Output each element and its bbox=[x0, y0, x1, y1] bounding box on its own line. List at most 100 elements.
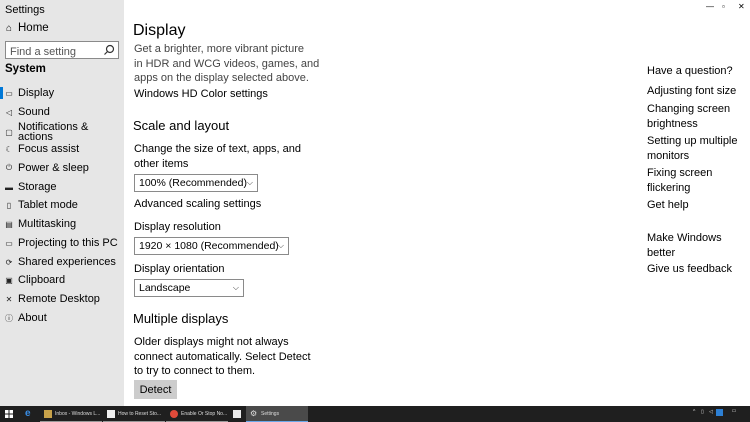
scale-value: 100% (Recommended) bbox=[139, 177, 247, 189]
info-icon: ⓘ bbox=[5, 313, 13, 323]
scale-layout-heading: Scale and layout bbox=[133, 118, 230, 133]
sidebar-item-label: Display bbox=[18, 87, 55, 99]
help-link-brightness[interactable]: Changing screen brightness bbox=[647, 102, 730, 131]
sidebar-item-label: Sound bbox=[18, 106, 50, 118]
chevron-down-icon: ⌵ bbox=[232, 283, 239, 292]
phone-icon bbox=[233, 410, 241, 418]
volume-icon[interactable]: ◁ bbox=[709, 409, 713, 415]
edge-icon[interactable]: e bbox=[25, 408, 31, 419]
detect-button[interactable]: Detect bbox=[134, 380, 177, 399]
chevron-down-icon: ⌵ bbox=[246, 178, 253, 187]
sidebar-item-notifications[interactable]: ▢ Notifications & actions bbox=[0, 121, 124, 143]
main-content: Display Get a brighter, more vibrant pic… bbox=[124, 0, 750, 406]
tablet-icon: ▯ bbox=[6, 200, 12, 210]
sidebar-item-label: Notifications & actions bbox=[18, 121, 89, 143]
taskbar-app-inbox[interactable]: Inbox - Windows L... bbox=[40, 406, 102, 422]
sidebar-item-sound[interactable]: ◁ Sound bbox=[0, 103, 124, 121]
search-input[interactable] bbox=[6, 44, 104, 60]
sidebar-item-label: Remote Desktop bbox=[18, 293, 100, 305]
sidebar-item-about[interactable]: ⓘ About bbox=[0, 309, 124, 327]
help-heading: Have a question? bbox=[647, 65, 733, 77]
maximize-icon[interactable]: ▫ bbox=[722, 2, 725, 11]
search-box[interactable] bbox=[5, 41, 119, 60]
orientation-dropdown[interactable]: Landscape ⌵ bbox=[134, 279, 244, 297]
sidebar-item-projecting[interactable]: ▭ Projecting to this PC bbox=[0, 234, 124, 252]
help-link-line: monitors bbox=[647, 149, 690, 162]
close-icon[interactable]: ✕ bbox=[738, 2, 745, 11]
sidebar-item-label: Focus assist bbox=[18, 143, 80, 155]
gear-icon: ⚙ bbox=[250, 409, 258, 418]
help-link-line: brightness bbox=[647, 117, 698, 130]
help-link-font-size[interactable]: Adjusting font size bbox=[647, 84, 736, 99]
search-icon[interactable] bbox=[103, 44, 115, 56]
advanced-scaling-link[interactable]: Advanced scaling settings bbox=[134, 198, 261, 210]
taskbar-app-chrome[interactable]: Enable Or Stop No... bbox=[166, 406, 228, 422]
resolution-label: Display resolution bbox=[134, 221, 221, 233]
sidebar-item-focus-assist[interactable]: ☾ Focus assist bbox=[0, 140, 124, 158]
help-link-line: flickering bbox=[647, 181, 691, 194]
chevron-up-icon[interactable]: ^ bbox=[693, 409, 695, 415]
make-windows-better-heading: Make Windows better bbox=[647, 231, 722, 260]
orientation-label: Display orientation bbox=[134, 263, 225, 275]
taskbar-app-reset[interactable]: How to Reset Sto... bbox=[103, 406, 165, 422]
taskbar-app-label: Settings bbox=[261, 411, 280, 417]
app-title: Settings bbox=[5, 4, 45, 16]
resolution-dropdown[interactable]: 1920 × 1080 (Recommended) ⌵ bbox=[134, 237, 289, 255]
sidebar-item-shared-experiences[interactable]: ⟳ Shared experiences bbox=[0, 253, 124, 271]
notification-icon: ▢ bbox=[5, 127, 13, 137]
scale-label-line: other items bbox=[134, 157, 189, 170]
hdr-description: Get a brighter, more vibrant picture in … bbox=[134, 42, 319, 86]
sidebar-item-multitasking[interactable]: ▤ Multitasking bbox=[0, 215, 124, 233]
sidebar-item-storage[interactable]: ▬ Storage bbox=[0, 178, 124, 196]
moon-icon: ☾ bbox=[5, 144, 13, 154]
sidebar-item-label: Shared experiences bbox=[18, 256, 116, 268]
scale-label: Change the size of text, apps, and other… bbox=[134, 142, 301, 171]
mail-icon bbox=[44, 410, 52, 418]
sidebar-item-label: Tablet mode bbox=[18, 199, 78, 211]
speaker-icon: ◁ bbox=[5, 107, 13, 117]
taskbar-app-settings[interactable]: ⚙ Settings bbox=[246, 406, 308, 422]
feedback-link[interactable]: Give us feedback bbox=[647, 263, 732, 275]
projecting-icon: ▭ bbox=[5, 238, 13, 248]
sidebar-item-display[interactable]: ▭ Display bbox=[0, 84, 124, 102]
minimize-icon[interactable]: — bbox=[706, 2, 714, 11]
scale-label-line: Change the size of text, apps, and bbox=[134, 143, 301, 155]
help-link-line: Changing screen bbox=[647, 103, 731, 115]
hdr-line: Get a brighter, more vibrant picture bbox=[134, 43, 304, 55]
help-link-multiple-monitors[interactable]: Setting up multiple monitors bbox=[647, 134, 738, 163]
chevron-down-icon: ⌵ bbox=[277, 241, 284, 250]
sidebar-item-clipboard[interactable]: ▣ Clipboard bbox=[0, 271, 124, 289]
hd-color-settings-link[interactable]: Windows HD Color settings bbox=[134, 88, 268, 100]
clipboard-icon: ▣ bbox=[5, 275, 13, 285]
scale-dropdown[interactable]: 100% (Recommended) ⌵ bbox=[134, 174, 258, 192]
windows-start-icon[interactable] bbox=[5, 410, 13, 418]
help-link-line: Setting up multiple bbox=[647, 135, 738, 147]
sidebar-item-remote-desktop[interactable]: ✕ Remote Desktop bbox=[0, 290, 124, 308]
power-icon: ⏻ bbox=[5, 163, 13, 172]
clock-icon[interactable]: ▭ bbox=[726, 409, 742, 414]
sidebar-item-power-sleep[interactable]: ⏻ Power & sleep bbox=[0, 159, 124, 177]
help-link-line: Get help bbox=[647, 199, 689, 211]
multiple-displays-description: Older displays might not always connect … bbox=[134, 335, 311, 379]
chrome-icon bbox=[170, 410, 178, 418]
monitor-icon: ▭ bbox=[5, 88, 13, 98]
taskbar-app-label: Inbox - Windows L... bbox=[55, 411, 101, 417]
help-link-flickering[interactable]: Fixing screen flickering bbox=[647, 166, 712, 195]
page-title: Display bbox=[133, 22, 186, 39]
sidebar-item-tablet-mode[interactable]: ▯ Tablet mode bbox=[0, 196, 124, 214]
resolution-value: 1920 × 1080 (Recommended) bbox=[139, 240, 279, 252]
taskbar: e Inbox - Windows L... How to Reset Sto.… bbox=[0, 406, 750, 422]
home-label: Home bbox=[18, 22, 49, 34]
hdr-line: apps on the display selected above. bbox=[134, 72, 309, 84]
network-icon[interactable]: ▯ bbox=[701, 409, 704, 415]
sidebar-item-label: Clipboard bbox=[18, 274, 66, 286]
help-link-line: Fixing screen bbox=[647, 167, 713, 179]
taskbar-app-phone[interactable] bbox=[229, 406, 245, 422]
home-icon: ⌂ bbox=[5, 22, 13, 34]
sidebar-item-label: Power & sleep bbox=[18, 162, 89, 174]
help-link-line: Adjusting font size bbox=[647, 85, 737, 97]
home-link[interactable]: ⌂ Home bbox=[4, 20, 49, 36]
notification-badge-icon[interactable] bbox=[716, 409, 723, 416]
help-link-get-help[interactable]: Get help bbox=[647, 198, 689, 213]
multitasking-icon: ▤ bbox=[5, 219, 13, 229]
